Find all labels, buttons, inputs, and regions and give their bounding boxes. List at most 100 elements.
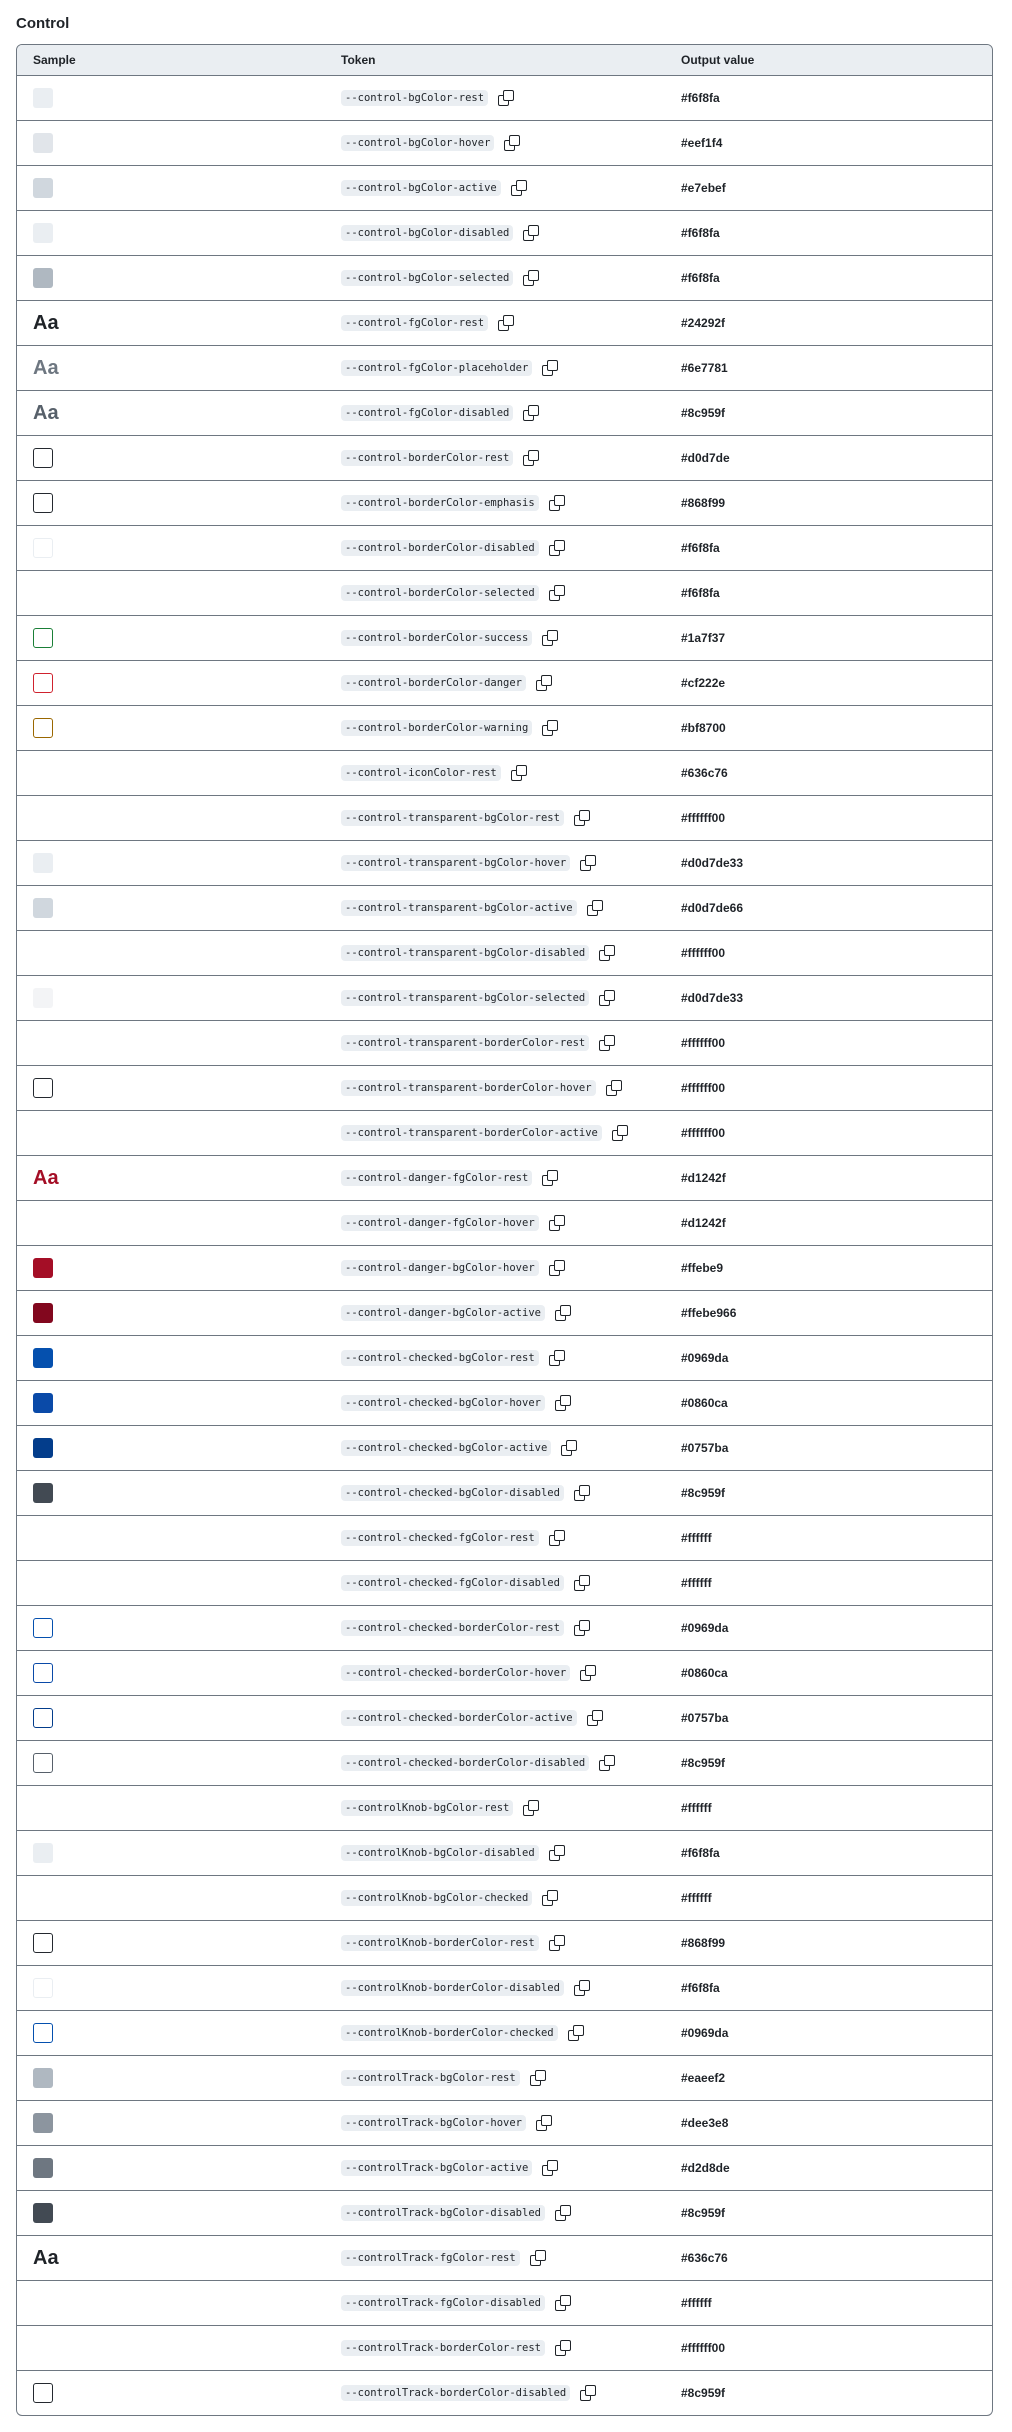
copy-icon[interactable] <box>573 1575 590 1591</box>
copy-icon[interactable] <box>510 180 527 196</box>
copy-icon[interactable] <box>548 1350 565 1366</box>
copy-icon[interactable] <box>599 1755 616 1771</box>
output-value: #f6f8fa <box>681 91 720 105</box>
copy-icon[interactable] <box>523 405 540 421</box>
sample-cell: Aa <box>17 403 338 423</box>
copy-icon[interactable] <box>580 855 597 871</box>
copy-icon[interactable] <box>573 810 590 826</box>
copy-icon[interactable] <box>605 1080 622 1096</box>
table-row: --control-transparent-bgColor-selected #d… <box>17 976 992 1021</box>
table-row: Aa --control-fgColor-placeholder #6e7781 <box>17 346 992 391</box>
copy-icon[interactable] <box>542 630 559 646</box>
token-name: --control-checked-fgColor-disabled <box>341 1575 564 1591</box>
table-row: --control-danger-fgColor-hover #d1242f <box>17 1201 992 1246</box>
token-name: --controlKnob-bgColor-disabled <box>341 1845 539 1861</box>
copy-icon[interactable] <box>529 2070 546 2086</box>
copy-icon[interactable] <box>548 495 565 511</box>
copy-icon[interactable] <box>498 90 515 106</box>
color-swatch <box>33 1618 53 1638</box>
table-row: --controlTrack-borderColor-rest #ffffff00 <box>17 2326 992 2371</box>
sample-cell <box>17 448 338 468</box>
copy-icon[interactable] <box>523 270 540 286</box>
table-row: --control-transparent-bgColor-rest #fffff… <box>17 796 992 841</box>
copy-icon[interactable] <box>548 585 565 601</box>
text-sample: Aa <box>33 402 59 424</box>
copy-icon[interactable] <box>529 2250 546 2266</box>
sample-cell <box>17 178 338 198</box>
token-cell: --control-danger-fgColor-rest <box>338 1170 668 1186</box>
copy-icon[interactable] <box>567 2025 584 2041</box>
table-row: --control-borderColor-danger #cf222e <box>17 661 992 706</box>
copy-icon[interactable] <box>611 1125 628 1141</box>
output-value: #868f99 <box>681 1936 726 1950</box>
copy-icon[interactable] <box>573 1620 590 1636</box>
table-row: --control-checked-fgColor-disabled #fffff… <box>17 1561 992 1606</box>
token-cell: --control-transparent-bgColor-rest <box>338 810 668 826</box>
output-value: #ffebe9 <box>681 1261 724 1275</box>
copy-icon[interactable] <box>523 1800 540 1816</box>
copy-icon[interactable] <box>542 1890 559 1906</box>
copy-icon[interactable] <box>536 675 553 691</box>
sample-cell <box>17 853 338 873</box>
copy-icon[interactable] <box>523 225 540 241</box>
copy-icon[interactable] <box>599 945 616 961</box>
token-cell: --control-borderColor-disabled <box>338 540 668 556</box>
token-cell: --control-transparent-bgColor-disabled <box>338 945 668 961</box>
sample-cell <box>17 718 338 738</box>
sample-cell <box>17 493 338 513</box>
copy-icon[interactable] <box>510 765 527 781</box>
copy-icon[interactable] <box>548 1530 565 1546</box>
copy-icon[interactable] <box>536 2115 553 2131</box>
output-value: #ffffff <box>681 1801 712 1815</box>
output-value: #0969da <box>681 1621 729 1635</box>
copy-icon[interactable] <box>573 1980 590 1996</box>
output-value: #cf222e <box>681 676 726 690</box>
color-swatch <box>33 1258 53 1278</box>
copy-icon[interactable] <box>554 2295 571 2311</box>
color-swatch <box>33 1843 53 1863</box>
token-cell: --control-bgColor-rest <box>338 90 668 106</box>
copy-icon[interactable] <box>554 2205 571 2221</box>
copy-icon[interactable] <box>548 1215 565 1231</box>
table-row: --control-checked-borderColor-hover #0860… <box>17 1651 992 1696</box>
copy-icon[interactable] <box>580 1665 597 1681</box>
output-value: #ffffff00 <box>681 811 725 825</box>
table-row: --control-bgColor-disabled #f6f8fa <box>17 211 992 256</box>
table-row: --control-borderColor-warning #bf8700 <box>17 706 992 751</box>
copy-icon[interactable] <box>548 1845 565 1861</box>
token-name: --control-transparent-bgColor-disabled <box>341 945 590 961</box>
copy-icon[interactable] <box>542 720 559 736</box>
copy-icon[interactable] <box>548 1935 565 1951</box>
copy-icon[interactable] <box>523 450 540 466</box>
copy-icon[interactable] <box>542 1170 559 1186</box>
color-swatch <box>33 853 53 873</box>
token-cell: --control-checked-borderColor-rest <box>338 1620 668 1636</box>
copy-icon[interactable] <box>554 2340 571 2356</box>
copy-icon[interactable] <box>504 135 521 151</box>
section-title: Control <box>16 15 70 32</box>
copy-icon[interactable] <box>573 1485 590 1501</box>
sample-cell <box>17 2203 338 2223</box>
copy-icon[interactable] <box>548 1260 565 1276</box>
table-row: --control-checked-borderColor-rest #0969d… <box>17 1606 992 1651</box>
token-name: --controlTrack-bgColor-disabled <box>341 2205 545 2221</box>
copy-icon[interactable] <box>561 1440 578 1456</box>
color-swatch <box>33 1933 53 1953</box>
sample-cell <box>17 1258 338 1278</box>
copy-icon[interactable] <box>554 1395 571 1411</box>
text-sample: Aa <box>33 357 59 379</box>
copy-icon[interactable] <box>542 360 559 376</box>
output-value: #8c959f <box>681 1756 726 1770</box>
color-swatch <box>33 898 53 918</box>
copy-icon[interactable] <box>599 1035 616 1051</box>
copy-icon[interactable] <box>542 2160 559 2176</box>
output-value: #0969da <box>681 1351 729 1365</box>
copy-icon[interactable] <box>580 2385 597 2401</box>
table-row: --control-checked-bgColor-hover #0860ca <box>17 1381 992 1426</box>
copy-icon[interactable] <box>586 900 603 916</box>
copy-icon[interactable] <box>498 315 515 331</box>
copy-icon[interactable] <box>599 990 616 1006</box>
copy-icon[interactable] <box>548 540 565 556</box>
copy-icon[interactable] <box>586 1710 603 1726</box>
copy-icon[interactable] <box>554 1305 571 1321</box>
